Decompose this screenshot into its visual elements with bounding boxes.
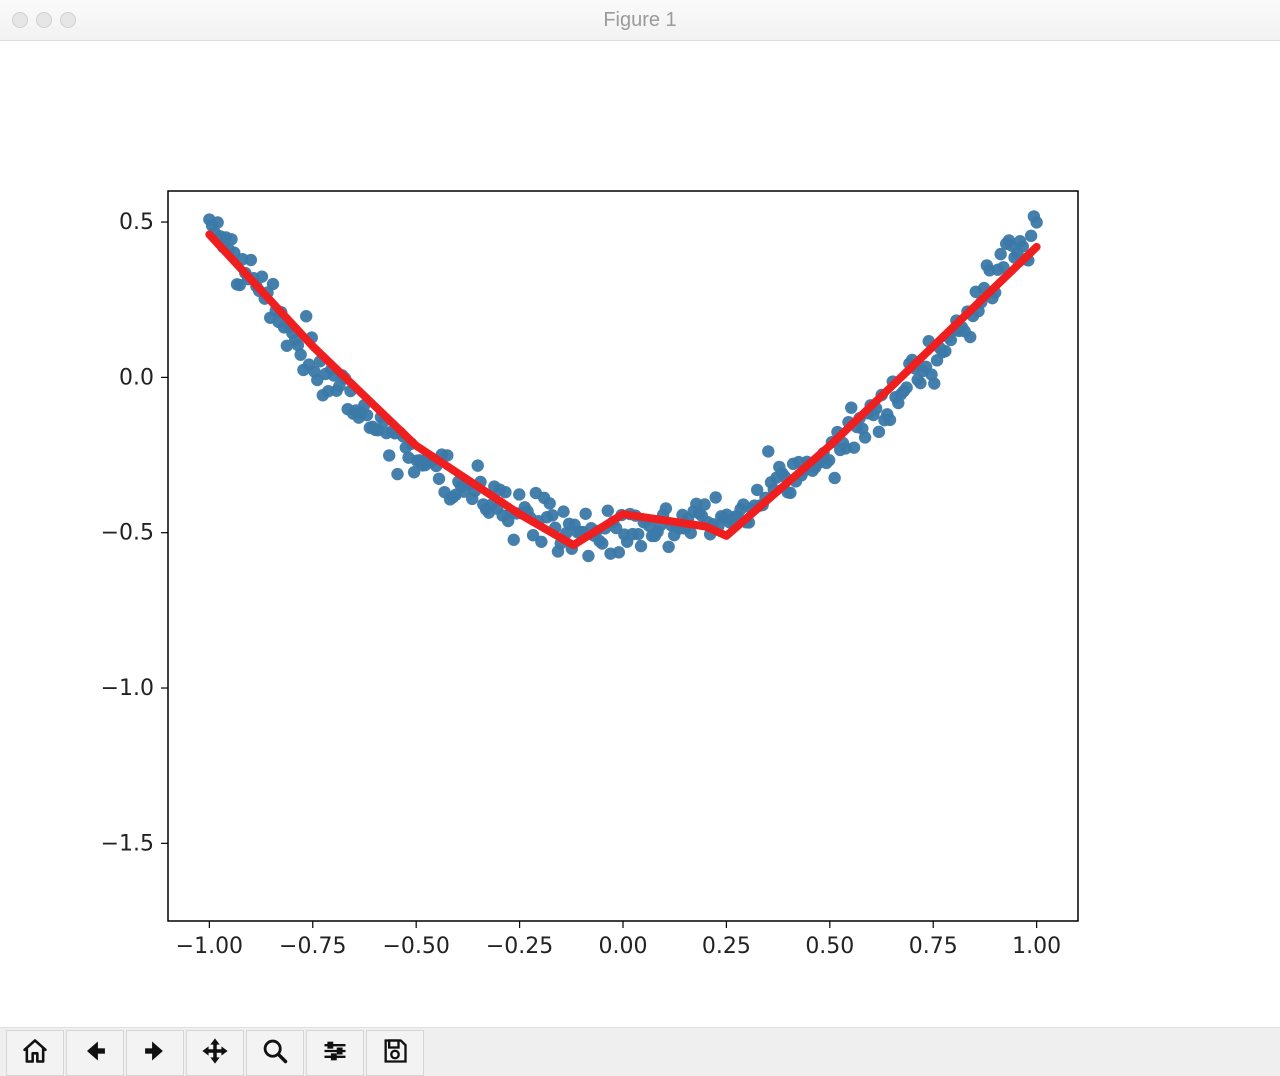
matplotlib-toolbar: [0, 1027, 1280, 1076]
y-tick-label: −1.0: [101, 676, 154, 701]
x-tick-label: −0.50: [382, 934, 449, 959]
scatter-series: [203, 210, 1043, 562]
zoom-button[interactable]: [246, 1030, 304, 1076]
sliders-icon: [321, 1037, 349, 1070]
home-icon: [21, 1037, 49, 1070]
traffic-lights: [12, 12, 76, 28]
save-icon: [381, 1037, 409, 1070]
zoom-dot[interactable]: [60, 12, 76, 28]
x-tick-label: −0.25: [486, 934, 553, 959]
y-tick-label: −0.5: [101, 521, 154, 546]
pan-button[interactable]: [186, 1030, 244, 1076]
y-tick-label: −1.5: [101, 831, 154, 856]
home-button[interactable]: [6, 1030, 64, 1076]
figure-canvas[interactable]: −1.00 −0.75 −0.50 −0.25 0.00 0.25 0.50 0.75 1.00…: [0, 41, 1280, 1027]
close-dot[interactable]: [12, 12, 28, 28]
x-tick-label: 0.25: [702, 934, 751, 959]
configure-button[interactable]: [306, 1030, 364, 1076]
plot-svg: −1.00 −0.75 −0.50 −0.25 0.00 0.25 0.50 0.75 1.00…: [0, 41, 1280, 1027]
x-tick-label: 0.50: [805, 934, 854, 959]
window-titlebar: Figure 1: [0, 0, 1280, 41]
x-tick-label: 0.75: [909, 934, 958, 959]
y-tick-label: 0.0: [119, 365, 154, 390]
magnifier-icon: [261, 1037, 289, 1070]
save-button[interactable]: [366, 1030, 424, 1076]
x-tick-label: −0.75: [279, 934, 346, 959]
arrow-left-icon: [81, 1037, 109, 1070]
back-button[interactable]: [66, 1030, 124, 1076]
y-tick-label: 0.5: [119, 210, 154, 235]
x-tick-label: 1.00: [1012, 934, 1061, 959]
x-tick-label: 0.00: [599, 934, 648, 959]
forward-button[interactable]: [126, 1030, 184, 1076]
x-tick-label: −1.00: [176, 934, 243, 959]
window-title: Figure 1: [0, 9, 1280, 32]
minimize-dot[interactable]: [36, 12, 52, 28]
pan-icon: [201, 1037, 229, 1070]
arrow-right-icon: [141, 1037, 169, 1070]
